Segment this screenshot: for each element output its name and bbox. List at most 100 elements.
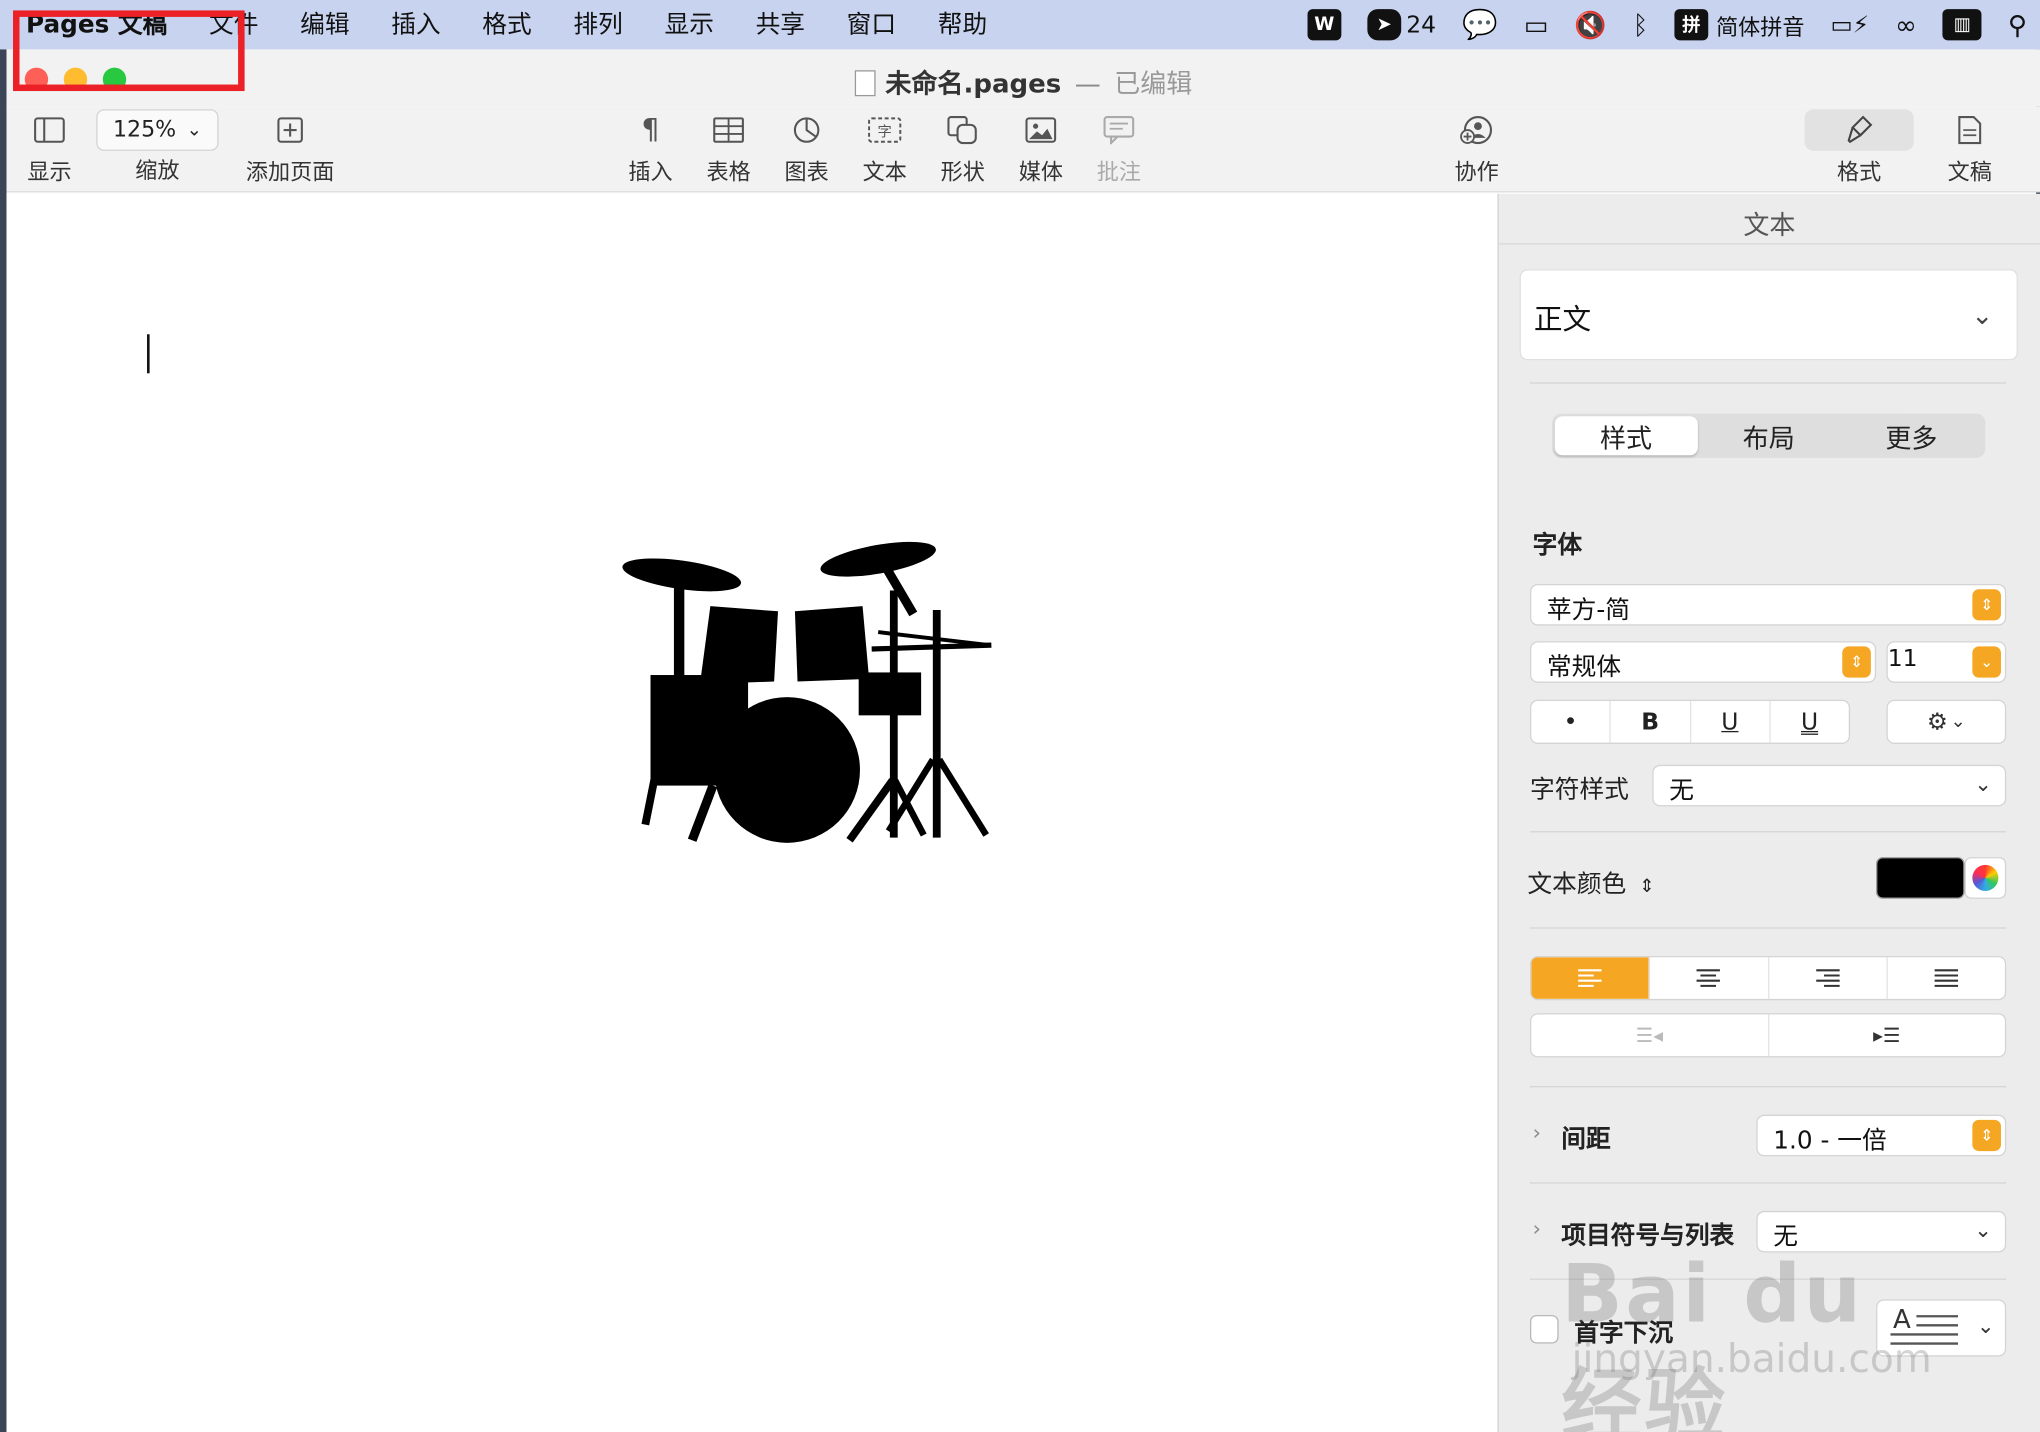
increase-indent-icon[interactable]: ▸☰ — [1769, 1014, 2005, 1056]
char-style-select[interactable]: 无 ⌄ — [1652, 764, 2007, 807]
text-tabs: 样式 布局 更多 — [1552, 413, 1986, 458]
font-size-field[interactable]: 11 ⌄ — [1886, 641, 2007, 683]
tab-layout[interactable]: 布局 — [1697, 416, 1840, 455]
font-size-value: 11 — [1887, 645, 1918, 673]
format-label: 格式 — [1837, 159, 1882, 186]
align-right-button[interactable] — [1769, 957, 1888, 999]
font-family-select[interactable]: 苹方-简 ⇕ — [1529, 583, 2007, 626]
add-page-button[interactable]: 添加页面 — [238, 107, 342, 193]
status-area: W ➤ 24 💬 ▭ 🔇 ᛒ 拼 简体拼音 ▭⚡ ∞ ▥ ⚲ — [1294, 0, 2040, 49]
align-center-button[interactable] — [1650, 957, 1769, 999]
view-button[interactable]: 显示 — [20, 107, 80, 193]
comment-icon — [1103, 107, 1135, 154]
align-justify-button[interactable] — [1887, 957, 2004, 999]
pilcrow-icon: ¶ — [641, 113, 660, 147]
menu-edit[interactable]: 编辑 — [279, 0, 370, 49]
text-color-label[interactable]: 文本颜色 ⇕ — [1527, 865, 1654, 900]
chevron-down-icon: ⌄ — [1974, 771, 1992, 796]
title-bar: 未命名.pages — 已编辑 — [6, 49, 2040, 107]
bullet-dot-icon[interactable]: • — [1531, 701, 1611, 743]
menu-file[interactable]: 文件 — [188, 0, 279, 49]
tab-style[interactable]: 样式 — [1554, 416, 1698, 456]
menu-format[interactable]: 格式 — [461, 0, 552, 49]
wps-icon[interactable]: W — [1294, 0, 1354, 49]
chevron-right-icon[interactable]: › — [1533, 1216, 1541, 1241]
chevron-down-icon: ⌄ — [1971, 299, 1994, 331]
media-label: 媒体 — [1018, 159, 1063, 186]
table-label: 表格 — [706, 159, 751, 186]
text-options-button[interactable]: ⚙ ⌄ — [1886, 699, 2007, 744]
menu-arrange[interactable]: 排列 — [553, 0, 644, 49]
shape-button[interactable]: 形状 — [935, 107, 990, 193]
tab-more[interactable]: 更多 — [1840, 416, 1983, 455]
menu-share[interactable]: 共享 — [735, 0, 826, 49]
double-underline-button[interactable]: U — [1770, 701, 1848, 743]
pie-chart-icon — [792, 107, 821, 154]
color-wheel-icon[interactable] — [1964, 857, 2007, 899]
text-color-well[interactable] — [1876, 857, 1965, 899]
keyboard-icon[interactable]: ▥ — [1930, 0, 1995, 49]
search-icon[interactable]: ⚲ — [1995, 0, 2040, 49]
insert-button[interactable]: ¶ 插入 — [623, 107, 678, 193]
typeface-value: 常规体 — [1546, 652, 1622, 682]
chevron-right-icon[interactable]: › — [1533, 1120, 1541, 1145]
title-separator: — — [1074, 67, 1101, 99]
zoom-value: 125% — [112, 117, 177, 144]
bold-button[interactable]: B — [1611, 701, 1691, 743]
text-box-icon: 字 — [868, 107, 902, 154]
dropcap-checkbox[interactable] — [1529, 1314, 1559, 1344]
font-section-title: 字体 — [1532, 530, 1583, 560]
divider — [1529, 1086, 2007, 1088]
collaborate-label: 协作 — [1454, 159, 1499, 186]
typeface-select[interactable]: 常规体 ⇕ — [1529, 641, 1877, 683]
zoom-control[interactable]: 125% ⌄ 缩放 — [96, 107, 219, 193]
insert-label: 插入 — [628, 159, 673, 186]
paragraph-style-popup[interactable]: 正文 ⌄ — [1519, 269, 2018, 361]
table-button[interactable]: 表格 — [701, 107, 756, 193]
document-button[interactable]: 文稿 — [1942, 107, 1997, 193]
plus-square-icon — [277, 107, 303, 154]
shape-icon — [947, 107, 978, 154]
document-canvas[interactable] — [6, 193, 1498, 1432]
view-label: 显示 — [27, 159, 72, 186]
text-box-button[interactable]: 字 文本 — [857, 107, 912, 193]
bullets-select[interactable]: 无 ⌄ — [1756, 1210, 2007, 1253]
menu-view[interactable]: 显示 — [644, 0, 735, 49]
comment-button[interactable]: 批注 — [1092, 107, 1147, 193]
dropcap-style-select[interactable]: A ⌄ — [1876, 1299, 2007, 1357]
divider — [1529, 831, 2007, 833]
align-left-button[interactable] — [1531, 957, 1651, 999]
spacing-label[interactable]: 间距 — [1561, 1120, 1610, 1155]
collaborate-icon — [1460, 107, 1494, 154]
menu-app[interactable]: Pages 文稿 — [0, 0, 188, 49]
zoom-select[interactable]: 125% ⌄ — [96, 109, 219, 151]
battery-icon[interactable]: ▭⚡ — [1818, 0, 1883, 49]
input-method[interactable]: 拼 简体拼音 — [1661, 0, 1817, 49]
document-label: 文稿 — [1947, 159, 1992, 186]
alignment-buttons — [1529, 955, 2007, 1001]
media-button[interactable]: 媒体 — [1013, 107, 1068, 193]
notification-badge[interactable]: ➤ 24 — [1354, 0, 1449, 49]
volume-muted-icon[interactable]: 🔇 — [1561, 0, 1619, 49]
menu-help[interactable]: 帮助 — [917, 0, 1008, 49]
bullets-label[interactable]: 项目符号与列表 — [1561, 1216, 1734, 1251]
decrease-indent-icon[interactable]: ☰◂ — [1531, 1014, 1769, 1057]
wechat-icon[interactable]: 💬 — [1449, 0, 1511, 49]
updown-icon: ⇕ — [1972, 589, 2001, 621]
spacing-value: 1.0 - 一倍 — [1773, 1126, 1887, 1155]
dropcap-label: 首字下沉 — [1574, 1318, 1674, 1348]
link-icon[interactable]: ∞ — [1882, 0, 1930, 49]
paintbrush-icon — [1845, 107, 1874, 154]
chart-button[interactable]: 图表 — [779, 107, 834, 193]
chevron-down-icon: ⌄ — [1972, 646, 2001, 678]
format-button[interactable]: 格式 — [1827, 107, 1892, 193]
spacing-select[interactable]: 1.0 - 一倍 ⇕ — [1756, 1114, 2007, 1157]
menu-window[interactable]: 窗口 — [826, 0, 917, 49]
bluetooth-icon[interactable]: ᛒ — [1620, 0, 1662, 49]
menu-insert[interactable]: 插入 — [370, 0, 461, 49]
underline-button[interactable]: U — [1691, 701, 1771, 743]
collaborate-button[interactable]: 协作 — [1449, 107, 1504, 193]
airplay-icon[interactable]: ▭ — [1511, 0, 1562, 49]
shape-label: 形状 — [940, 159, 985, 186]
drum-kit-image[interactable] — [611, 538, 995, 844]
